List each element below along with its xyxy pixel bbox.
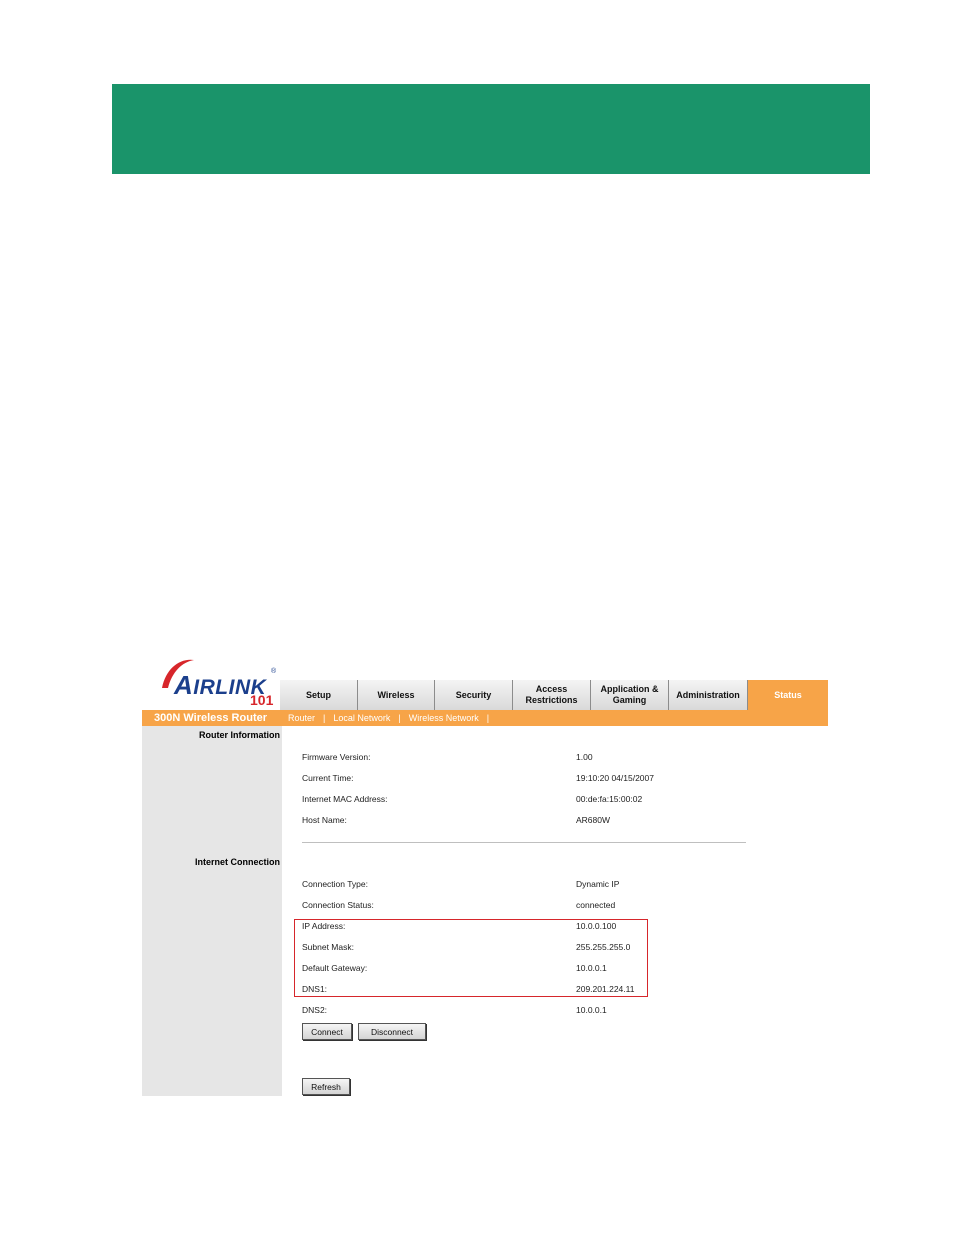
subnav-local-network-link[interactable]: Local Network: [333, 713, 390, 723]
airlink-logo: AIRLINK ® 101: [156, 654, 280, 708]
info-row-host-name: Host Name: AR680W: [302, 815, 611, 825]
router-status-page: AIRLINK ® 101 Setup Wireless Security Ac…: [142, 648, 828, 1096]
info-row-connection-type: Connection Type: Dynamic IP: [302, 879, 620, 889]
subnav-wireless-network-link[interactable]: Wireless Network: [409, 713, 479, 723]
tab-access-restrictions[interactable]: Access Restrictions: [513, 680, 591, 710]
info-row-connection-status: Connection Status: connected: [302, 900, 616, 910]
subnav-separator: |: [323, 713, 326, 723]
sub-nav-bar: 300N Wireless Router Router | Local Networ…: [142, 710, 828, 726]
logo-number: 101: [250, 692, 274, 708]
info-row-firmware: Firmware Version: 1.00: [302, 752, 593, 762]
subnav-router-link[interactable]: Router: [288, 713, 315, 723]
tab-security[interactable]: Security: [435, 680, 513, 710]
highlight-box: [294, 919, 648, 997]
logo-registered-mark: ®: [271, 668, 277, 675]
section-internet-connection: Internet Connection: [195, 857, 280, 867]
tab-application-gaming[interactable]: Application & Gaming: [591, 680, 669, 710]
header-banner: [112, 84, 870, 174]
tab-wireless[interactable]: Wireless: [358, 680, 435, 710]
refresh-button[interactable]: Refresh: [302, 1078, 350, 1095]
info-row-dns2: DNS2: 10.0.0.1: [302, 1005, 607, 1015]
info-row-mac-address: Internet MAC Address: 00:de:fa:15:00:02: [302, 794, 643, 804]
main-nav: Setup Wireless Security Access Restricti…: [280, 680, 828, 710]
product-name: 300N Wireless Router: [154, 712, 268, 724]
section-divider: [302, 842, 746, 843]
info-row-current-time: Current Time: 19:10:20 04/15/2007: [302, 773, 654, 783]
section-router-information: Router Information: [199, 730, 280, 740]
tab-administration[interactable]: Administration: [669, 680, 748, 710]
subnav-separator: |: [398, 713, 401, 723]
tab-status[interactable]: Status: [748, 680, 828, 710]
connect-button[interactable]: Connect: [302, 1023, 352, 1040]
section-sidebar: Router Information Internet Connection: [142, 726, 282, 1096]
sub-nav: Router | Local Network | Wireless Network |: [288, 710, 497, 726]
tab-setup[interactable]: Setup: [280, 680, 358, 710]
disconnect-button[interactable]: Disconnect: [358, 1023, 426, 1040]
subnav-separator: |: [486, 713, 490, 723]
